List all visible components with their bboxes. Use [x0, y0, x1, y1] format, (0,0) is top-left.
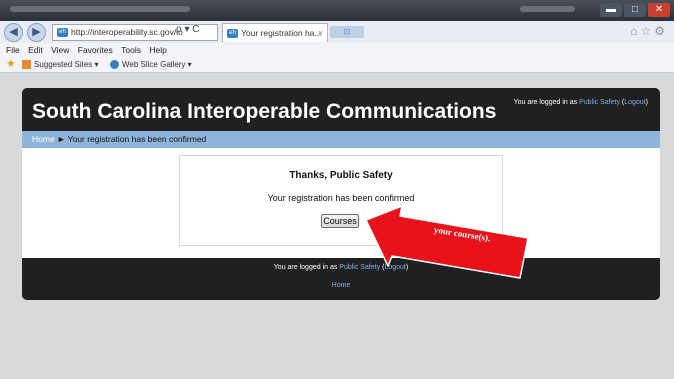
back-button[interactable]: ◀ [4, 23, 23, 42]
tab-title: Your registration ha... [241, 28, 322, 38]
favorites-star-icon[interactable]: ★ [6, 57, 16, 72]
maximize-button[interactable]: □ [624, 3, 646, 17]
main-area: Thanks, Public Safety Your registration … [22, 148, 660, 258]
address-row: ◀ ▶ eh http://interoperability.sc.gov/lo … [0, 21, 674, 44]
favorites-bar: ★ Suggested Sites ▾ Web Slice Gallery ▾ [0, 57, 674, 73]
new-tab-button[interactable]: ⊡ [330, 26, 364, 38]
confirmation-message: Your registration has been confirmed [267, 193, 415, 203]
menu-tools[interactable]: Tools [121, 45, 141, 55]
suggested-sites-link[interactable]: Suggested Sites ▾ [22, 57, 99, 72]
blurred-status-text [520, 6, 575, 12]
breadcrumb-home-link[interactable]: Home [32, 134, 55, 144]
user-profile-link[interactable]: Public Safety [579, 99, 620, 106]
tab-site-icon: eh [227, 29, 238, 39]
site-page: South Carolina Interoperable Communicati… [22, 88, 660, 300]
logout-link[interactable]: Logout [624, 99, 645, 106]
browser-titlebar: ▬ □ ✕ [0, 0, 674, 21]
close-window-button[interactable]: ✕ [648, 3, 670, 17]
forward-button[interactable]: ▶ [27, 23, 46, 42]
breadcrumb-current: Your registration has been confirmed [67, 134, 207, 144]
site-footer: You are logged in as Public Safety (Logo… [22, 258, 660, 300]
minimize-button[interactable]: ▬ [600, 3, 622, 17]
tab-close-icon[interactable]: × [318, 24, 323, 42]
web-slice-icon [110, 60, 119, 70]
breadcrumb: Home ► Your registration has been confir… [22, 131, 660, 148]
address-url: http://interoperability.sc.gov/lo [71, 27, 183, 37]
address-tools[interactable]: ρ ▾ C [176, 24, 200, 35]
menu-edit[interactable]: Edit [28, 45, 43, 55]
courses-button[interactable]: Courses [321, 214, 359, 228]
footer-login-info: You are logged in as Public Safety (Logo… [273, 264, 409, 271]
page-content: South Carolina Interoperable Communicati… [0, 73, 674, 379]
menu-favorites[interactable]: Favorites [78, 45, 113, 55]
site-title: South Carolina Interoperable Communicati… [32, 100, 497, 123]
login-info: You are logged in as Public Safety (Logo… [513, 99, 648, 106]
breadcrumb-separator: ► [54, 134, 68, 144]
menu-file[interactable]: File [6, 45, 20, 55]
tab-registration[interactable]: eh Your registration ha... × [222, 23, 328, 42]
menu-bar: File Edit View Favorites Tools Help [0, 43, 674, 57]
web-slice-gallery-link[interactable]: Web Slice Gallery ▾ [110, 57, 192, 72]
blurred-tab-strip [10, 6, 190, 12]
browser-tools-icons[interactable]: ⌂☆⚙ [630, 24, 668, 38]
suggested-sites-icon [22, 60, 31, 70]
menu-help[interactable]: Help [149, 45, 166, 55]
window-controls: ▬ □ ✕ [600, 3, 670, 17]
footer-home-link[interactable]: Home [22, 282, 660, 289]
site-icon: eh [57, 28, 68, 38]
confirmation-title: Thanks, Public Safety [289, 170, 393, 181]
menu-view[interactable]: View [51, 45, 69, 55]
